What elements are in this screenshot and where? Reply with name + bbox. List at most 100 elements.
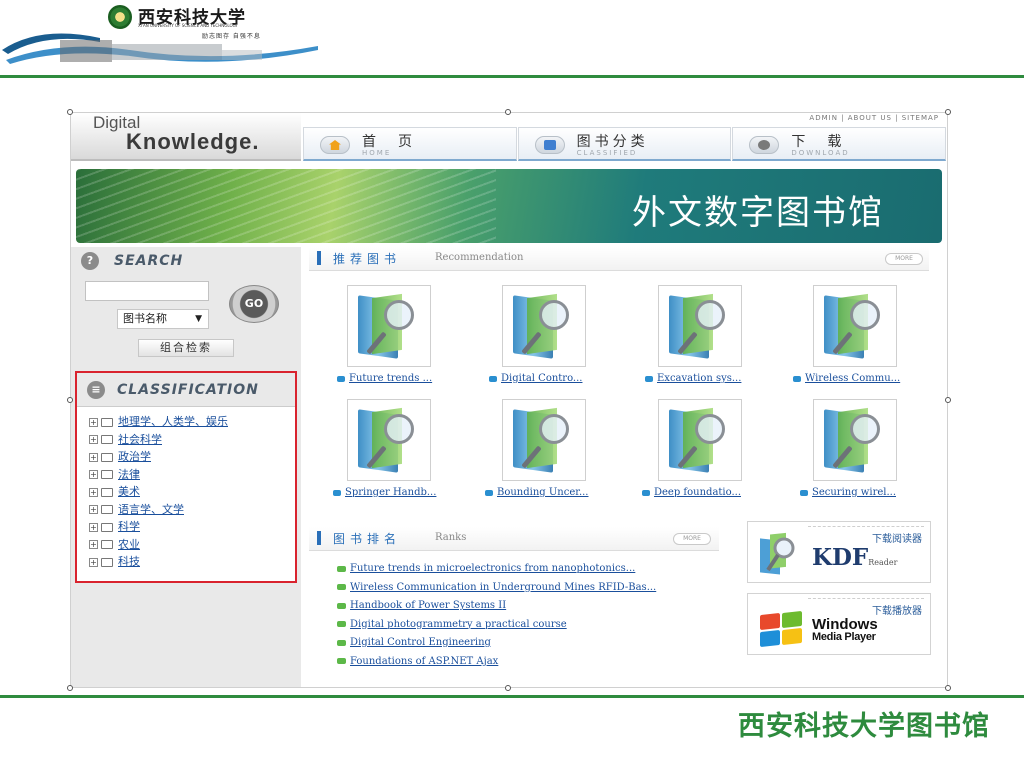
- combined-search-button[interactable]: 组合检索: [138, 339, 234, 357]
- recommendation-more-button[interactable]: MORE: [885, 253, 923, 265]
- rank-item-link[interactable]: Future trends in microelectronics from n…: [350, 563, 635, 574]
- expand-icon[interactable]: +: [89, 540, 98, 549]
- rank-item-link[interactable]: Digital photogrammetry a practical cours…: [350, 619, 567, 630]
- kdf-product-name: KDFReader: [812, 544, 898, 571]
- book-cover-icon[interactable]: [347, 399, 431, 481]
- admin-link[interactable]: ADMIN: [809, 114, 838, 122]
- tree-item-label[interactable]: 美术: [118, 485, 140, 498]
- book-cover-icon[interactable]: [813, 285, 897, 367]
- book-title-link[interactable]: Digital Contro...: [489, 373, 621, 384]
- book-item[interactable]: Deep foundatio...: [630, 399, 750, 509]
- book-item[interactable]: Excavation sys...: [630, 285, 750, 395]
- rank-item[interactable]: Digital photogrammetry a practical cours…: [337, 619, 656, 638]
- rank-item[interactable]: Future trends in microelectronics from n…: [337, 563, 656, 582]
- resize-handle-bottom-left[interactable]: [67, 685, 73, 691]
- book-title-link[interactable]: Excavation sys...: [645, 373, 777, 384]
- tree-item-label[interactable]: 社会科学: [118, 433, 162, 446]
- rank-item-link[interactable]: Handbook of Power Systems II: [350, 600, 506, 611]
- tree-item-label[interactable]: 农业: [118, 538, 140, 551]
- go-button[interactable]: GO: [229, 285, 279, 323]
- tree-item-label[interactable]: 语言学、文学: [118, 503, 184, 516]
- media-player-download[interactable]: 下载播放器 Windows Media Player: [747, 593, 931, 655]
- footer-divider: [0, 695, 1024, 698]
- tree-item[interactable]: + 法律: [89, 466, 228, 484]
- book-title-link[interactable]: Wireless Commu...: [793, 373, 925, 384]
- book-title-link[interactable]: Future trends ...: [337, 373, 469, 384]
- library-site-screenshot[interactable]: Digital Knowledge. ADMIN | ABOUT US | SI…: [70, 112, 948, 688]
- book-title-link[interactable]: Deep foundatio...: [642, 487, 774, 498]
- tree-item[interactable]: + 社会科学: [89, 431, 228, 449]
- book-cover-icon[interactable]: [658, 285, 742, 367]
- book-item[interactable]: Securing wirel...: [785, 399, 905, 509]
- rank-item[interactable]: Digital Control Engineering: [337, 637, 656, 656]
- sitemap-link[interactable]: SITEMAP: [902, 114, 939, 122]
- rank-item-link[interactable]: Digital Control Engineering: [350, 637, 491, 648]
- book-item[interactable]: Wireless Commu...: [785, 285, 905, 395]
- site-banner: 外文数字图书馆: [76, 169, 942, 243]
- tree-item[interactable]: + 科技: [89, 553, 228, 571]
- search-help-icon: ?: [81, 252, 99, 270]
- search-field-select[interactable]: 图书名称 ▼: [117, 309, 209, 329]
- expand-icon[interactable]: +: [89, 452, 98, 462]
- tree-item-label[interactable]: 科学: [118, 520, 140, 533]
- tree-item[interactable]: + 地理学、人类学、娱乐: [89, 413, 228, 431]
- tree-item[interactable]: + 美术: [89, 483, 228, 501]
- rank-item[interactable]: Wireless Communication in Underground Mi…: [337, 582, 656, 601]
- media-player-product-name: Windows Media Player: [812, 616, 878, 643]
- tree-item[interactable]: + 政治学: [89, 448, 228, 466]
- resize-handle-middle-right[interactable]: [945, 397, 951, 403]
- bullet-icon: [337, 602, 346, 609]
- resize-handle-bottom-right[interactable]: [945, 685, 951, 691]
- top-links: ADMIN | ABOUT US | SITEMAP: [809, 114, 939, 122]
- book-item[interactable]: Future trends ...: [319, 285, 439, 395]
- nav-home[interactable]: 首 页 HOME: [303, 127, 517, 161]
- tree-item[interactable]: + 科学: [89, 518, 228, 536]
- book-cover-icon[interactable]: [502, 399, 586, 481]
- rank-item[interactable]: Foundations of ASP.NET Ajax: [337, 656, 656, 675]
- expand-icon[interactable]: +: [89, 505, 98, 514]
- book-title-link[interactable]: Springer Handb...: [333, 487, 465, 498]
- recommendation-title: 推荐图书: [333, 252, 402, 266]
- book-item[interactable]: Springer Handb...: [319, 399, 439, 509]
- rank-item-link[interactable]: Wireless Communication in Underground Mi…: [350, 582, 656, 593]
- ranks-more-button[interactable]: MORE: [673, 533, 711, 545]
- about-us-link[interactable]: ABOUT US: [848, 114, 892, 122]
- book-item[interactable]: Bounding Uncer...: [474, 399, 594, 509]
- expand-icon[interactable]: +: [89, 435, 98, 444]
- expand-icon[interactable]: +: [89, 557, 98, 567]
- book-title-link[interactable]: Securing wirel...: [800, 487, 932, 498]
- book-cover-icon[interactable]: [502, 285, 586, 367]
- book-cover-icon[interactable]: [347, 285, 431, 367]
- tree-item-label[interactable]: 政治学: [118, 450, 151, 463]
- nav-classified-sub: CLASSIFIED: [576, 149, 638, 157]
- section-marker: [317, 531, 321, 545]
- expand-icon[interactable]: +: [89, 487, 98, 497]
- tree-item[interactable]: + 农业: [89, 536, 228, 554]
- nav-classified[interactable]: 图书分类 CLASSIFIED: [517, 127, 732, 161]
- expand-icon[interactable]: +: [89, 417, 98, 427]
- ranks-header: 图书排名 Ranks MORE: [309, 527, 719, 551]
- rank-item-link[interactable]: Foundations of ASP.NET Ajax: [350, 656, 498, 667]
- search-input[interactable]: [85, 281, 209, 301]
- ranks-title: 图书排名: [333, 532, 402, 546]
- kdf-reader-download[interactable]: 下载阅读器 KDFReader: [747, 521, 931, 583]
- expand-icon[interactable]: +: [89, 522, 98, 532]
- book-cover-icon[interactable]: [658, 399, 742, 481]
- book-item[interactable]: Digital Contro...: [474, 285, 594, 395]
- classification-title: CLASSIFICATION: [117, 382, 259, 398]
- book-cover-icon[interactable]: [813, 399, 897, 481]
- book-title-link[interactable]: Bounding Uncer...: [485, 487, 617, 498]
- tree-item-label[interactable]: 科技: [118, 555, 140, 568]
- tree-item-label[interactable]: 地理学、人类学、娱乐: [118, 415, 228, 428]
- resize-handle-top-left[interactable]: [67, 109, 73, 115]
- download-icon: [749, 136, 780, 154]
- expand-icon[interactable]: +: [89, 470, 98, 479]
- tree-item-label[interactable]: 法律: [118, 468, 140, 481]
- nav-download[interactable]: 下 载 DOWNLOAD: [732, 127, 947, 161]
- tree-item[interactable]: + 语言学、文学: [89, 501, 228, 519]
- resize-handle-middle-left[interactable]: [67, 397, 73, 403]
- resize-handle-top-middle[interactable]: [505, 109, 511, 115]
- resize-handle-bottom-middle[interactable]: [505, 685, 511, 691]
- rank-item[interactable]: Handbook of Power Systems II: [337, 600, 656, 619]
- resize-handle-top-right[interactable]: [945, 109, 951, 115]
